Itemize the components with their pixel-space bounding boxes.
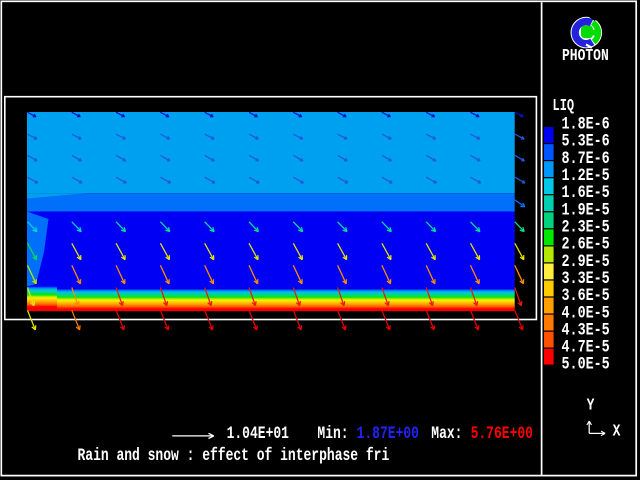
- svg-text:X: X: [613, 421, 622, 441]
- svg-text:Y: Y: [587, 395, 596, 415]
- svg-text:Rain and snow : effect of inte: Rain and snow : effect of interphase fri: [78, 445, 390, 465]
- svg-text:Max:: Max:: [431, 423, 462, 443]
- svg-text:5.0E-5: 5.0E-5: [562, 354, 610, 374]
- svg-text:1.04E+01: 1.04E+01: [227, 423, 289, 443]
- svg-text:Min:: Min:: [317, 423, 348, 443]
- svg-text:PHOTON: PHOTON: [562, 46, 609, 66]
- svg-text:1.87E+00: 1.87E+00: [357, 423, 419, 443]
- svg-text:5.76E+00: 5.76E+00: [471, 423, 533, 443]
- svg-text:LIQ: LIQ: [553, 97, 575, 115]
